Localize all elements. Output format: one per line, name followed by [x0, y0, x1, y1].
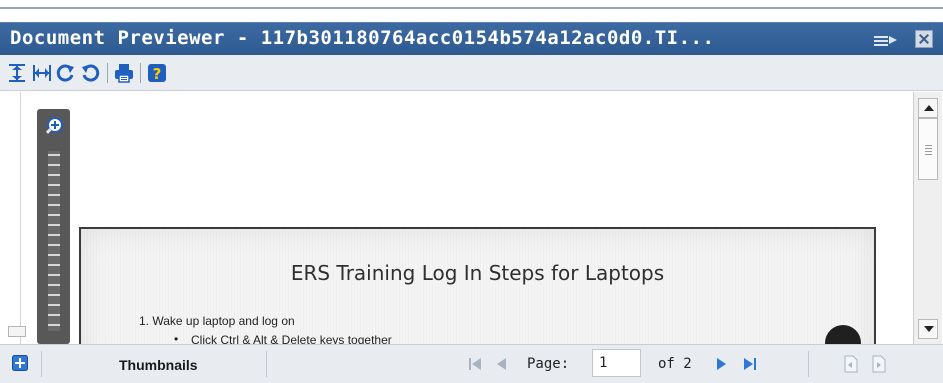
zoom-slider-track[interactable] — [44, 151, 64, 331]
document-previewer-window: Document Previewer - 117b301180764acc015… — [0, 0, 943, 383]
toolbar-separator — [140, 63, 141, 83]
scroll-up-button[interactable] — [918, 98, 938, 118]
print-icon[interactable] — [113, 62, 135, 84]
previous-document-icon[interactable] — [842, 355, 860, 373]
window-menu-icon[interactable] — [873, 31, 899, 49]
scroll-grip — [925, 151, 932, 152]
vertical-scrollbar[interactable] — [913, 92, 942, 344]
close-icon[interactable] — [915, 30, 933, 48]
fit-height-icon[interactable] — [6, 62, 28, 84]
expand-thumbnails-icon[interactable] — [12, 355, 28, 371]
scroll-grip — [925, 154, 932, 155]
page-number-input[interactable] — [592, 349, 641, 377]
page-count: of 2 — [658, 356, 692, 372]
status-separator — [266, 351, 267, 377]
scroll-grip — [925, 148, 932, 149]
scroll-grip — [925, 145, 932, 146]
scroll-down-button[interactable] — [918, 319, 938, 339]
previous-page-icon[interactable] — [493, 355, 511, 373]
next-page-icon[interactable] — [712, 355, 730, 373]
scroll-thumb[interactable] — [918, 118, 938, 180]
last-page-icon[interactable] — [741, 355, 759, 373]
top-divider — [0, 7, 943, 9]
help-glyph: ? — [153, 65, 162, 83]
zoom-in-icon[interactable] — [43, 115, 65, 137]
next-document-icon[interactable] — [870, 355, 888, 373]
thumbnails-button[interactable]: Thumbnails — [119, 357, 198, 373]
zoom-panel — [37, 109, 70, 344]
status-separator — [808, 351, 809, 377]
status-separator — [41, 351, 42, 377]
rotate-counterclockwise-icon[interactable] — [79, 62, 101, 84]
fit-width-icon[interactable] — [31, 62, 53, 84]
first-page-icon[interactable] — [466, 355, 484, 373]
document-heading: ERS Training Log In Steps for Laptops — [290, 261, 665, 285]
help-icon[interactable]: ? — [146, 62, 168, 84]
page-label: Page: — [527, 356, 570, 372]
title-bar[interactable]: Document Previewer - 117b301180764acc015… — [0, 22, 943, 55]
rotate-clockwise-icon[interactable] — [55, 62, 77, 84]
toolbar: ? — [0, 55, 943, 91]
document-step: 1. Wake up laptop and log on — [139, 314, 295, 328]
status-bar: Thumbnails Page: of 2 — [0, 344, 943, 383]
toolbar-separator — [107, 63, 108, 83]
window-title: Document Previewer - 117b301180764acc015… — [10, 27, 715, 49]
zoom-slider-handle[interactable] — [8, 326, 26, 337]
